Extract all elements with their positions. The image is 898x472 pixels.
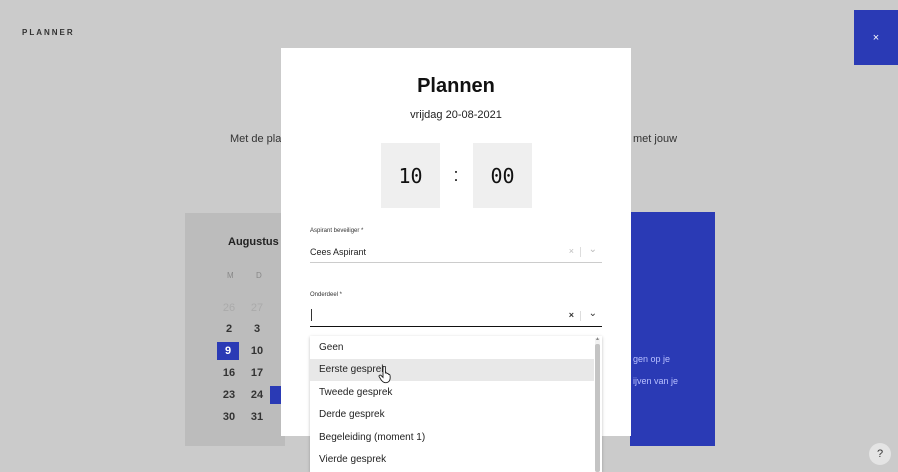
calendar-day[interactable]: 26 bbox=[219, 302, 239, 314]
dropdown-option[interactable]: Vierde gesprek bbox=[310, 449, 594, 472]
help-icon[interactable]: ? bbox=[869, 443, 891, 465]
intro-text-right: met jouw bbox=[633, 133, 678, 145]
onderdeel-label: Onderdeel * bbox=[310, 292, 343, 298]
calendar-day[interactable]: 31 bbox=[247, 411, 267, 423]
text-caret bbox=[311, 309, 312, 321]
calendar-month: Augustus 2 bbox=[228, 236, 288, 248]
scrollbar-thumb[interactable] bbox=[595, 344, 600, 472]
info-panel-text: gen op je bbox=[633, 354, 671, 364]
chevron-down-icon[interactable]: ⌄ bbox=[589, 244, 597, 255]
modal-title: Plannen bbox=[417, 75, 495, 97]
hours-input[interactable]: 10 bbox=[381, 143, 440, 208]
dropdown-option[interactable]: Geen bbox=[310, 336, 594, 359]
calendar-day[interactable]: 10 bbox=[247, 345, 267, 357]
dropdown-option[interactable]: Derde gesprek bbox=[310, 404, 594, 427]
hand-cursor-icon bbox=[378, 366, 391, 384]
indicator-separator bbox=[580, 247, 581, 257]
calendar-day[interactable]: 24 bbox=[247, 389, 267, 401]
time-separator: : bbox=[453, 165, 459, 185]
calendar-day[interactable]: 23 bbox=[219, 389, 239, 401]
close-icon[interactable]: × bbox=[854, 10, 898, 65]
calendar-day[interactable]: 30 bbox=[219, 411, 239, 423]
dropdown-option[interactable]: Begeleiding (moment 1) bbox=[310, 426, 594, 449]
info-panel bbox=[630, 212, 715, 446]
app-logo: PLANNER bbox=[22, 28, 75, 37]
intro-text-left: Met de plan bbox=[230, 133, 288, 145]
onderdeel-select[interactable]: × ⌄ bbox=[310, 306, 602, 327]
modal-date: vrijdag 20-08-2021 bbox=[410, 109, 502, 121]
aspirant-value: Cees Aspirant bbox=[310, 247, 367, 257]
clear-icon[interactable]: × bbox=[569, 310, 574, 320]
calendar-day[interactable]: 27 bbox=[247, 302, 267, 314]
dropdown-option[interactable]: Eerste gesprek bbox=[310, 358, 594, 381]
calendar-day[interactable]: 3 bbox=[247, 323, 267, 335]
aspirant-label: Aspirant beveiliger * bbox=[310, 228, 364, 234]
minutes-input[interactable]: 00 bbox=[473, 143, 532, 208]
calendar-day[interactable]: 16 bbox=[219, 367, 239, 379]
calendar-day[interactable]: 9 bbox=[218, 345, 238, 357]
info-panel-text: ijven van je bbox=[633, 376, 679, 386]
chevron-down-icon[interactable]: ⌄ bbox=[589, 308, 597, 319]
onderdeel-dropdown-menu: Geen Eerste gesprek Tweede gesprek Derde… bbox=[310, 336, 602, 472]
clear-icon[interactable]: × bbox=[569, 246, 574, 256]
calendar-weekday: D bbox=[256, 271, 262, 280]
indicator-separator bbox=[580, 311, 581, 321]
aspirant-select[interactable]: Cees Aspirant × ⌄ bbox=[310, 242, 602, 263]
calendar-weekday: M bbox=[227, 271, 234, 280]
dropdown-option[interactable]: Tweede gesprek bbox=[310, 381, 594, 404]
scroll-up-icon[interactable]: ▲ bbox=[595, 336, 600, 342]
calendar-day[interactable]: 2 bbox=[219, 323, 239, 335]
calendar-day[interactable]: 17 bbox=[247, 367, 267, 379]
